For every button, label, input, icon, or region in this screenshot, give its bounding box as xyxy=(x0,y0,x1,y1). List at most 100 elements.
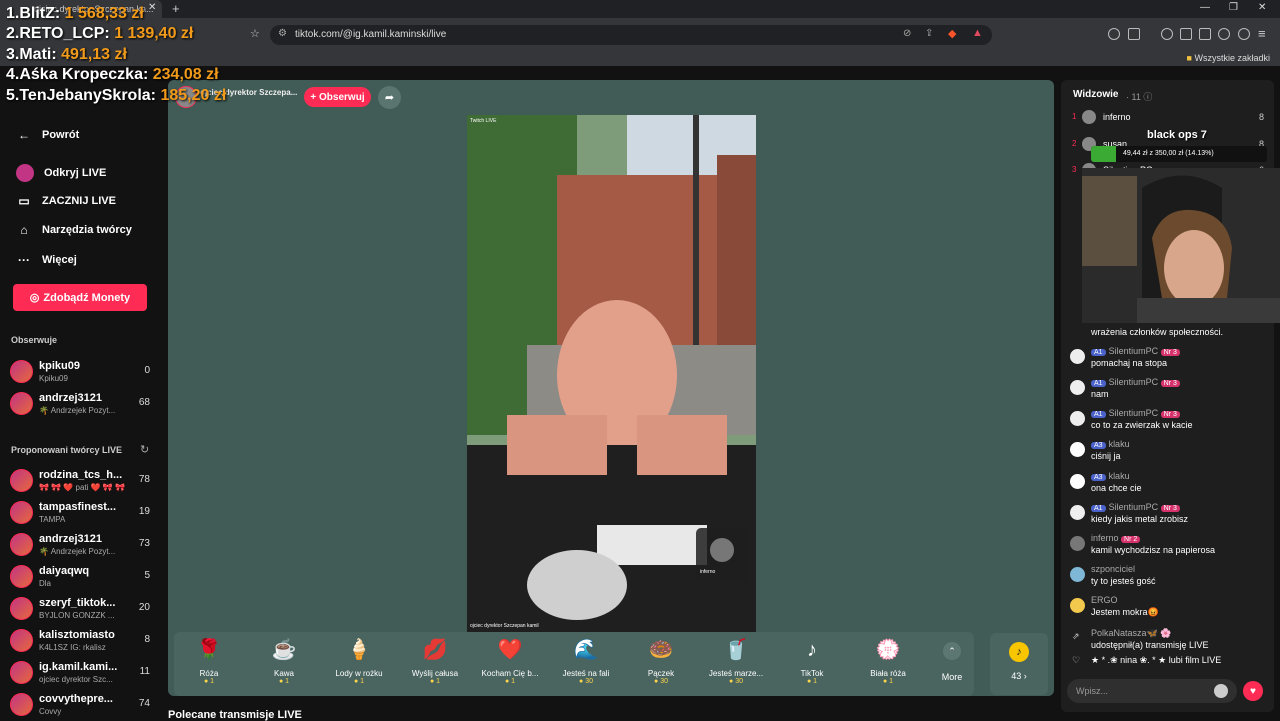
brave-rewards-icon[interactable]: ▲ xyxy=(972,27,983,39)
viewers-count-value: · 11 xyxy=(1126,92,1141,102)
chat-user[interactable]: A1 SilentiumPC Nr 3 xyxy=(1091,502,1183,512)
suggested-item[interactable]: covvythepre... Covvy 74 xyxy=(10,691,152,719)
tab-close-icon[interactable]: ✕ xyxy=(148,2,156,13)
vpn-icon[interactable] xyxy=(1238,28,1250,40)
all-bookmarks-folder[interactable]: ■ Wszystkie zakładki xyxy=(1187,53,1270,63)
get-coins-button[interactable]: ◎ Zdobądź Monety xyxy=(13,284,147,311)
chat-user[interactable]: inferno Nr 2 xyxy=(1091,533,1143,543)
heart-outline-icon: ♡ xyxy=(1072,655,1081,665)
lb-name: TenJebanySkrola: xyxy=(19,87,156,104)
suggested-item[interactable]: kalisztomiasto K4L1SZ IG: rkalisz 8 xyxy=(10,627,152,655)
chat-input[interactable]: Wpisz... xyxy=(1067,679,1237,703)
gift-price: ● 1 xyxy=(429,678,441,685)
site-settings-icon[interactable]: ⚙ xyxy=(278,28,287,39)
following-title: Obserwuje xyxy=(11,335,58,345)
like-heart-button[interactable]: ♥ xyxy=(1243,681,1263,701)
lb-rank: 3. xyxy=(6,46,20,63)
gift-item[interactable]: 🍦 Lody w rożku ● 1 xyxy=(324,638,394,685)
new-tab-icon[interactable]: + xyxy=(172,1,180,16)
suggested-item[interactable]: andrzej3121 🌴 Andrzejek Pozyt... 73 xyxy=(10,531,152,559)
suggested-item[interactable]: tampasfinest... TAMPA 19 xyxy=(10,499,152,527)
chat-user[interactable]: A1 SilentiumPC Nr 3 xyxy=(1091,346,1183,356)
chat-text: co to za zwierzak w kacie xyxy=(1091,420,1193,430)
guest-name: inferno xyxy=(700,569,716,575)
gifts-more-button[interactable]: ⌃ More xyxy=(934,640,970,682)
following-item[interactable]: andrzej3121 🌴 Andrzejek Pozyt... 68 xyxy=(10,390,152,418)
video-camera-icon: ▭ xyxy=(18,194,30,208)
gift-item[interactable]: 🌹 Róża ● 1 xyxy=(174,638,244,685)
gift-name: Biała róża xyxy=(870,669,906,678)
video-top-label: Twitch LIVE xyxy=(470,118,497,124)
chat-user[interactable]: A3 klaku xyxy=(1091,471,1130,481)
chat-username: SilentiumPC xyxy=(1108,377,1159,387)
gift-item[interactable]: 🥤 Jesteś marze... ● 30 xyxy=(701,638,771,685)
level-badge: A1 xyxy=(1091,349,1106,356)
chat-user[interactable]: A3 klaku xyxy=(1091,439,1130,449)
extensions-icon[interactable] xyxy=(1108,28,1120,40)
minimize-icon[interactable]: — xyxy=(1200,2,1210,13)
chat-user[interactable]: A1 SilentiumPC Nr 3 xyxy=(1091,377,1183,387)
gift-tiktok-icon: ♪ xyxy=(807,639,817,661)
bookmark-icon[interactable]: ☆ xyxy=(250,27,260,40)
info-icon[interactable]: ⓘ xyxy=(1143,92,1152,102)
left-sidebar: ← Powrót Odkryj LIVE ▭ ZACZNIJ LIVE ⌂ Na… xyxy=(0,66,165,720)
back-label: Powrót xyxy=(42,129,80,141)
no-tracking-icon[interactable]: ⊘ xyxy=(903,28,911,39)
avatar xyxy=(1082,110,1096,124)
suggested-item[interactable]: ig.kamil.kami... ojciec dyrektor Szc... … xyxy=(10,659,152,687)
maximize-icon[interactable]: ❐ xyxy=(1229,2,1238,13)
gift-item[interactable]: ♪ TikTok ● 1 xyxy=(777,638,847,685)
suggested-item[interactable]: rodzina_tcs_h... 🎀 🎀 ❤️ pati ❤️ 🎀 🎀 78 xyxy=(10,467,152,495)
chat-username[interactable]: szponciciel xyxy=(1091,564,1135,574)
nav-go-live[interactable]: ▭ ZACZNIJ LIVE xyxy=(16,194,116,208)
refresh-icon[interactable]: ↻ xyxy=(140,443,149,456)
gift-price: ● 30 xyxy=(729,678,743,685)
share-icon[interactable]: ⇪ xyxy=(925,28,933,39)
viewer-row[interactable]: 1 inferno 8 xyxy=(1070,110,1266,126)
suggested-item[interactable]: daiyaqwq Dla 5 xyxy=(10,563,152,591)
leo-ai-icon[interactable] xyxy=(1218,28,1230,40)
nav-creator-tools[interactable]: ⌂ Narzędzia twórcy xyxy=(16,223,132,237)
nav-discover-live[interactable]: Odkryj LIVE xyxy=(16,164,106,182)
viewer-count: 20 xyxy=(138,602,150,613)
gift-name: Róża xyxy=(199,669,219,678)
discover-avatar-icon xyxy=(16,164,34,182)
share-button[interactable]: ➦ xyxy=(378,86,401,109)
screenshot-icon[interactable] xyxy=(1128,28,1140,40)
address-bar[interactable]: ⚙ tiktok.com/@ig.kamil.kaminski/live ⊘ ⇪… xyxy=(270,25,992,45)
gift-item[interactable]: ☕ Kawa ● 1 xyxy=(249,638,319,685)
brave-shield-icon[interactable]: ◆ xyxy=(948,27,956,40)
suggested-item[interactable]: szeryf_tiktok... BYJLON GONZZK ... 20 xyxy=(10,595,152,623)
music-icon[interactable] xyxy=(1161,28,1173,40)
creator-name: szeryf_tiktok... xyxy=(39,597,116,609)
gift-item[interactable]: 💮 Biała róża ● 1 xyxy=(853,638,923,685)
following-item[interactable]: kpiku09 Kpiku09 0 xyxy=(10,358,152,386)
guest-pip[interactable]: inferno xyxy=(696,528,748,582)
chat-username[interactable]: PolkaNatasza🦋 🌸 xyxy=(1091,628,1171,639)
coin-balance-button[interactable]: ♪ 43 › xyxy=(990,633,1048,695)
gift-item[interactable]: 🌊 Jesteś na fali ● 30 xyxy=(551,638,621,685)
gift-bar: 🌹 Róża ● 1 ☕ Kawa ● 1 🍦 Lody w rożku ● 1 💋 Wyśl… xyxy=(174,632,974,696)
back-link[interactable]: ← Powrót xyxy=(16,128,79,142)
window-close-icon[interactable]: ✕ xyxy=(1258,2,1266,13)
gift-item[interactable]: 💋 Wyślij całusa ● 1 xyxy=(400,638,470,685)
bookmarks-bar: ■ Wszystkie zakładki xyxy=(0,52,1280,66)
live-video[interactable]: Twitch LIVE ojciec dyrektor Szczepan kam… xyxy=(467,115,756,632)
viewer-count: 8 xyxy=(144,634,150,645)
creator-name: andrzej3121 xyxy=(39,392,102,404)
follow-button[interactable]: + Obserwuj xyxy=(304,87,371,107)
wallet-icon[interactable] xyxy=(1199,28,1211,40)
lb-rank: 2. xyxy=(6,25,20,42)
chat-username[interactable]: ERGO xyxy=(1091,595,1118,605)
chat-user[interactable]: A1 SilentiumPC Nr 3 xyxy=(1091,408,1183,418)
emoji-icon[interactable] xyxy=(1214,684,1228,698)
creator-name: ig.kamil.kami... xyxy=(39,661,118,673)
gift-item[interactable]: 🍩 Pączek ● 30 xyxy=(626,638,696,685)
lb-name: BlitZ: xyxy=(19,5,61,22)
nav-more[interactable]: ··· Więcej xyxy=(16,253,77,267)
gift-item[interactable]: ❤️ Kocham Cię b... ● 1 xyxy=(475,638,545,685)
lb-amount: 234,08 zł xyxy=(152,66,219,83)
menu-icon[interactable]: ≡ xyxy=(1258,26,1266,41)
chat-username: inferno xyxy=(1091,533,1119,543)
sidebar-toggle-icon[interactable] xyxy=(1180,28,1192,40)
